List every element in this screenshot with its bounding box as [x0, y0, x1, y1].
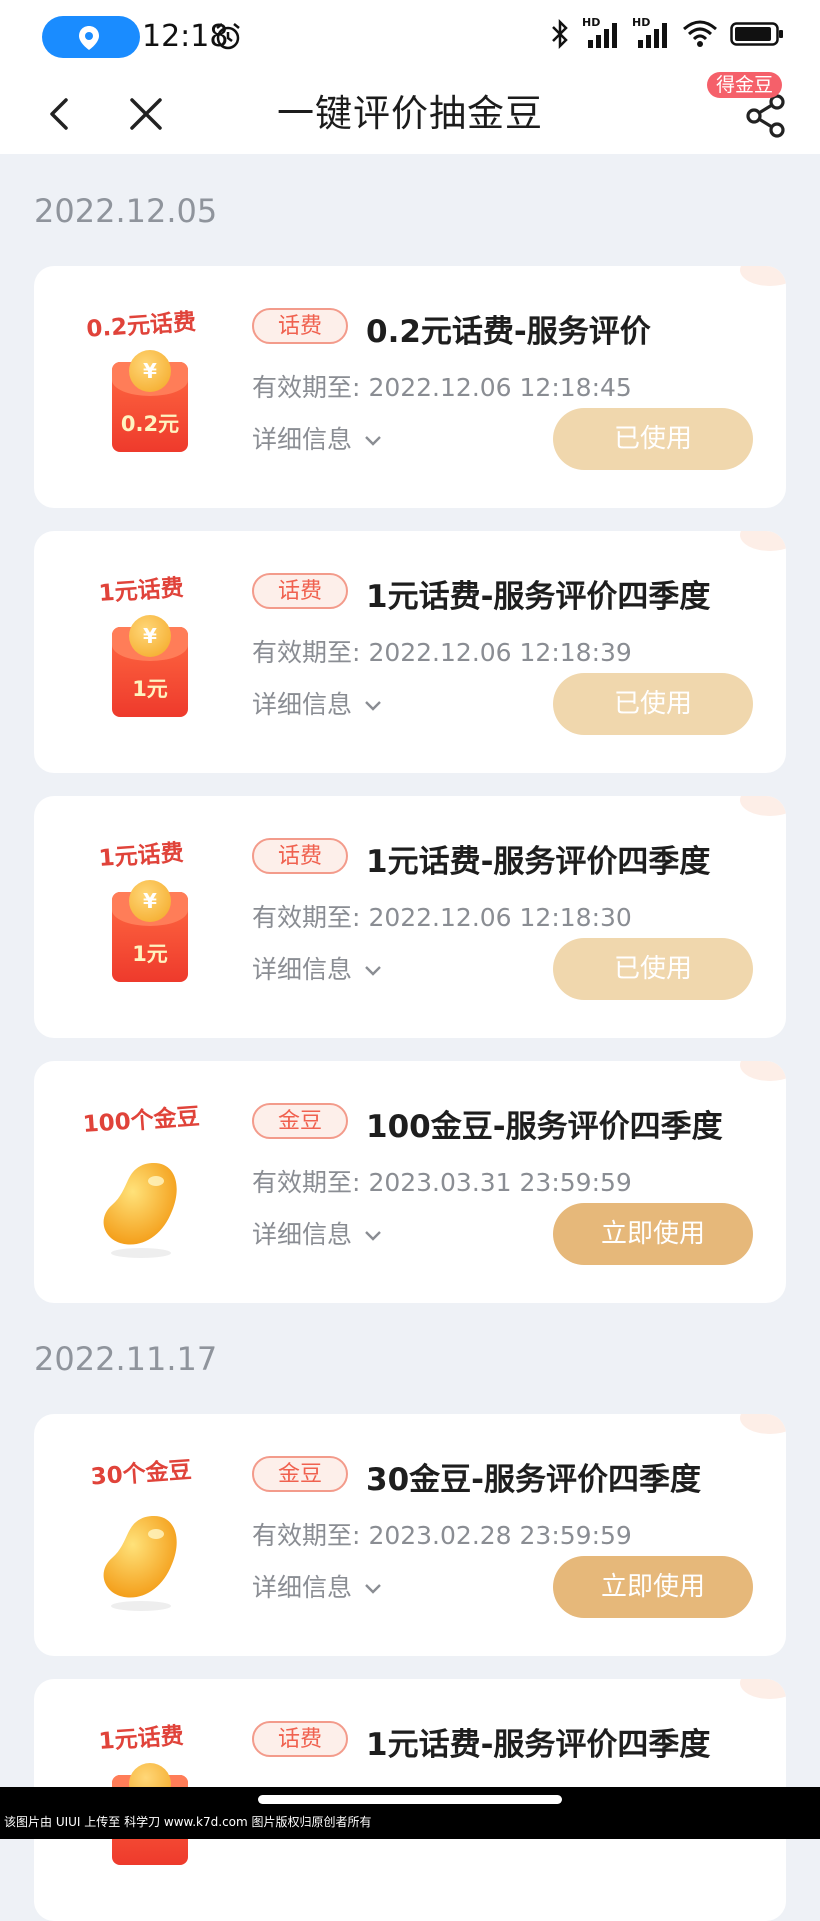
card-corner-decoration: [740, 1679, 786, 1699]
details-toggle[interactable]: 详细信息: [252, 1215, 382, 1251]
details-label: 详细信息: [252, 955, 353, 984]
validity-label: 有效期至:: [252, 373, 361, 402]
validity: 有效期至: 2022.12.06 12:18:30: [252, 898, 632, 934]
gold-bean-icon: [103, 1516, 177, 1611]
expiry-date: 2023.03.31 23:59:59: [368, 1168, 632, 1197]
category-tag: 金豆: [252, 1456, 349, 1492]
prize-label: 100个金豆: [81, 1103, 201, 1139]
details-toggle[interactable]: 详细信息: [252, 950, 382, 986]
red-envelope-icon: ¥ 0.2元: [112, 350, 188, 452]
chevron-down-icon: [365, 1231, 381, 1241]
coin-icon: ¥: [129, 350, 171, 392]
back-arrow-icon[interactable]: [34, 88, 86, 140]
coupon-name: 0.2元话费-服务评价: [366, 314, 651, 350]
used-button[interactable]: 已使用: [553, 408, 753, 470]
expiry-date: 2022.12.06 12:18:39: [368, 638, 632, 667]
app-bar: 一键评价抽金豆 得金豆: [0, 72, 820, 154]
chevron-down-icon: [365, 966, 381, 976]
prize-label: 0.2元话费: [85, 309, 197, 343]
chevron-down-icon: [365, 701, 381, 711]
coupon-card: 30个金豆 金豆 30金豆-服务评价四季度 有效期至: 2023.02.28 23…: [34, 1414, 786, 1656]
details-toggle[interactable]: 详细信息: [252, 1568, 382, 1604]
coupon-card: 1元话费 ¥ 1元 话费 1元话费-服务评价四季度 有效期至: 2022.12.0…: [34, 531, 786, 773]
red-envelope-icon: ¥ 1元: [112, 880, 188, 982]
expiry-date: 2022.12.06 12:18:45: [368, 373, 632, 402]
prize-label: 1元话费: [97, 840, 185, 872]
coupon-name: 30金豆-服务评价四季度: [366, 1462, 702, 1498]
envelope-amount: 0.2元: [120, 412, 180, 436]
earn-beans-badge: 得金豆: [706, 72, 782, 98]
gold-bean-icon: [103, 1163, 177, 1258]
coin-icon: ¥: [129, 880, 171, 922]
validity: 有效期至: 2022.12.06 12:18:39: [252, 633, 632, 669]
coupon-name: 100金豆-服务评价四季度: [366, 1109, 723, 1145]
card-corner-decoration: [740, 266, 786, 286]
prize-illustration: 0.2元话费 ¥ 0.2元: [66, 306, 216, 476]
prize-illustration: 1元话费 ¥ 1元: [66, 571, 216, 741]
details-label: 详细信息: [252, 690, 353, 719]
validity: 有效期至: 2023.03.31 23:59:59: [252, 1163, 632, 1199]
card-corner-decoration: [740, 1061, 786, 1081]
share-button[interactable]: 得金豆: [706, 72, 794, 142]
coupon-card: 1元话费 ¥ 1元 话费 1元话费-服务评价四季度 有效期至: 2022.12.0…: [34, 796, 786, 1038]
category-tag: 话费: [252, 573, 349, 609]
validity-label: 有效期至:: [252, 1521, 361, 1550]
watermark-credit: 该图片由 UIUI 上传至 科学刀 www.k7d.com 图片版权归原创者所有: [4, 1815, 372, 1829]
bluetooth-icon: [552, 18, 568, 50]
details-toggle[interactable]: 详细信息: [252, 420, 382, 456]
details-toggle[interactable]: 详细信息: [252, 685, 382, 721]
prize-label: 30个金豆: [89, 1457, 193, 1491]
status-bar: 12:18 HD HD: [0, 0, 820, 74]
coupon-card: 100个金豆 金豆 100金豆-服务评价四季度 有效期至: 2023.03.31 …: [34, 1061, 786, 1303]
date-group-header: 2022.12.05: [34, 192, 218, 230]
details-label: 详细信息: [252, 425, 353, 454]
used-button[interactable]: 已使用: [553, 673, 753, 735]
use-now-button[interactable]: 立即使用: [553, 1203, 753, 1265]
envelope-amount: 1元: [132, 942, 168, 966]
chevron-down-icon: [365, 436, 381, 446]
location-pin-icon: [79, 26, 99, 50]
use-now-button[interactable]: 立即使用: [553, 1556, 753, 1618]
category-tag: 金豆: [252, 1103, 349, 1139]
category-tag: 话费: [252, 308, 349, 344]
coupon-card: 0.2元话费 ¥ 0.2元 话费 0.2元话费-服务评价 有效期至: 2022.1…: [34, 266, 786, 508]
coupon-name: 1元话费-服务评价四季度: [366, 844, 711, 880]
location-indicator: [42, 16, 140, 58]
card-corner-decoration: [740, 1414, 786, 1434]
alarm-clock-icon: [216, 23, 240, 50]
validity-label: 有效期至:: [252, 903, 361, 932]
coupon-name: 1元话费-服务评价四季度: [366, 579, 711, 615]
chevron-down-icon: [365, 1584, 381, 1594]
category-tag: 话费: [252, 1721, 349, 1757]
expiry-date: 2023.02.28 23:59:59: [368, 1521, 632, 1550]
red-envelope-icon: ¥ 1元: [112, 615, 188, 717]
date-group-header: 2022.11.17: [34, 1340, 218, 1378]
home-indicator[interactable]: [258, 1795, 562, 1804]
gesture-bar: 该图片由 UIUI 上传至 科学刀 www.k7d.com 图片版权归原创者所有: [0, 1787, 820, 1839]
validity: 有效期至: 2022.12.06 12:18:45: [252, 368, 632, 404]
details-label: 详细信息: [252, 1220, 353, 1249]
envelope-amount: 1元: [132, 677, 168, 701]
category-tag: 话费: [252, 838, 349, 874]
prize-illustration: 1元话费 ¥ 1元: [66, 836, 216, 1006]
coupon-name: 1元话费-服务评价四季度: [366, 1727, 711, 1763]
validity: 有效期至: 2023.02.28 23:59:59: [252, 1516, 632, 1552]
prize-illustration: 30个金豆: [66, 1454, 216, 1624]
card-corner-decoration: [740, 796, 786, 816]
validity-label: 有效期至:: [252, 1168, 361, 1197]
signal-icon-2: HD: [632, 16, 670, 50]
expiry-date: 2022.12.06 12:18:30: [368, 903, 632, 932]
coin-icon: ¥: [129, 615, 171, 657]
validity-label: 有效期至:: [252, 638, 361, 667]
details-label: 详细信息: [252, 1573, 353, 1602]
wifi-icon: [683, 20, 717, 47]
used-button[interactable]: 已使用: [553, 938, 753, 1000]
prize-label: 1元话费: [97, 1723, 185, 1755]
prize-illustration: 100个金豆: [66, 1101, 216, 1271]
prize-label: 1元话费: [97, 575, 185, 607]
card-corner-decoration: [740, 531, 786, 551]
battery-icon: [730, 22, 783, 46]
signal-icon-1: HD: [582, 16, 620, 50]
close-icon[interactable]: [120, 88, 172, 140]
